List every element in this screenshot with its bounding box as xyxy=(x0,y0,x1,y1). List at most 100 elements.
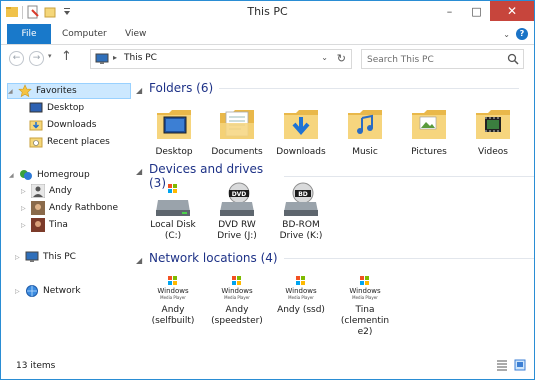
collapse-icon[interactable]: ◢ xyxy=(9,172,17,179)
close-button[interactable]: ✕ xyxy=(490,1,534,21)
search-input[interactable] xyxy=(367,53,507,66)
item-label: (clementin xyxy=(340,316,390,326)
forward-button[interactable]: → xyxy=(29,51,44,66)
nav-item-andy-rathbone[interactable]: ▷ Andy Rathbone xyxy=(21,200,118,216)
folder-music[interactable]: Music xyxy=(334,103,396,158)
desktop-folder-icon xyxy=(157,110,191,139)
breadcrumb[interactable]: This PC xyxy=(124,53,157,63)
back-button[interactable]: ← xyxy=(9,51,24,66)
nav-item-label: Andy Rathbone xyxy=(49,203,119,213)
collapse-group-icon[interactable]: ◢ xyxy=(136,167,142,176)
item-label: (selfbuilt) xyxy=(151,316,195,326)
logo-media-player-text: Media Player xyxy=(224,295,250,300)
view-switcher xyxy=(496,359,526,374)
item-label: (speedster) xyxy=(211,316,263,326)
ribbon-tabs: File Computer View ⌄ ? xyxy=(1,24,534,45)
folder-videos[interactable]: Videos xyxy=(462,103,524,158)
explorer-window: This PC – □ ✕ File Computer View ⌄ ? ← →… xyxy=(0,0,535,380)
details-view-icon[interactable] xyxy=(496,359,508,374)
tab-view[interactable]: View xyxy=(125,24,146,44)
nav-network[interactable]: ▷ Network xyxy=(15,283,81,299)
nav-item-tina[interactable]: ▷ Tina xyxy=(21,217,68,233)
expand-icon[interactable]: ▷ xyxy=(15,254,23,261)
network-location-andy-speedster[interactable]: Windows Media Player Andy (speedster) xyxy=(206,275,268,327)
item-label: Desktop xyxy=(155,147,193,157)
search-box[interactable] xyxy=(361,49,524,69)
windows-media-player-icon: Windows Media Player xyxy=(157,276,189,300)
nav-item-desktop[interactable]: Desktop xyxy=(29,100,84,116)
nav-item-label: Recent places xyxy=(47,137,110,147)
item-label: Andy xyxy=(161,305,185,315)
item-label: Videos xyxy=(478,147,508,157)
music-folder-icon xyxy=(348,110,382,139)
collapse-icon[interactable]: ◢ xyxy=(8,88,16,95)
up-button[interactable]: ↑ xyxy=(61,49,72,64)
item-label: Tina xyxy=(355,305,375,315)
content-area: ◢ Folders (6) Desktop Documents Download… xyxy=(134,77,534,352)
expand-icon[interactable]: ▷ xyxy=(21,188,29,195)
network-location-andy-selfbuilt[interactable]: Windows Media Player Andy (selfbuilt) xyxy=(142,275,204,327)
collapse-group-icon[interactable]: ◢ xyxy=(136,86,142,95)
window-controls: – □ ✕ xyxy=(436,1,534,21)
folder-downloads[interactable]: Downloads xyxy=(270,103,332,158)
folder-desktop[interactable]: Desktop xyxy=(143,103,205,158)
minimize-button[interactable]: – xyxy=(436,1,463,21)
pc-icon xyxy=(95,53,109,68)
logo-windows-text: Windows xyxy=(349,287,381,295)
videos-folder-icon xyxy=(476,110,510,139)
title-bar: This PC – □ ✕ xyxy=(1,1,534,24)
breadcrumb-chevron-icon[interactable]: ▸ xyxy=(113,53,117,62)
group-network-header[interactable]: Network locations (4) xyxy=(149,251,534,265)
logo-windows-text: Windows xyxy=(221,287,253,295)
nav-this-pc[interactable]: ▷ This PC xyxy=(15,249,76,265)
downloads-icon xyxy=(29,118,43,132)
tab-computer[interactable]: Computer xyxy=(62,24,107,44)
group-title: Folders (6) xyxy=(149,81,214,95)
refresh-icon[interactable]: ↻ xyxy=(337,52,346,65)
logo-media-player-text: Media Player xyxy=(352,295,378,300)
network-location-andy-ssd[interactable]: Windows Media Player Andy (ssd) xyxy=(270,275,332,316)
bd-logo-text: BD xyxy=(298,191,308,198)
expand-icon[interactable]: ▷ xyxy=(21,222,29,229)
folder-documents[interactable]: Documents xyxy=(206,103,268,158)
dvd-logo-text: DVD xyxy=(232,191,247,198)
drive-dvd-rw[interactable]: DVD DVD RW Drive (J:) xyxy=(206,182,268,242)
search-icon[interactable] xyxy=(507,53,519,68)
collapse-group-icon[interactable]: ◢ xyxy=(136,256,142,265)
network-location-tina-clementine2[interactable]: Windows Media Player Tina (clementin e2) xyxy=(334,275,396,338)
item-label: BD-ROM xyxy=(282,220,320,230)
nav-item-recent-places[interactable]: Recent places xyxy=(29,134,110,150)
user-photo-icon xyxy=(31,201,45,215)
recent-places-icon xyxy=(29,135,43,149)
nav-favorites[interactable]: ◢ Favorites xyxy=(7,83,131,99)
drive-local-disk[interactable]: Local Disk (C:) xyxy=(142,182,204,242)
group-folders-header[interactable]: Folders (6) xyxy=(149,81,520,95)
item-count: 13 items xyxy=(16,361,56,371)
nav-homegroup[interactable]: ◢ Homegroup xyxy=(9,167,90,183)
logo-windows-text: Windows xyxy=(285,287,317,295)
nav-item-andy[interactable]: ▷ Andy xyxy=(21,183,72,199)
address-bar[interactable]: ▸ This PC ⌄ ↻ xyxy=(90,49,352,69)
logo-media-player-text: Media Player xyxy=(160,295,186,300)
item-label: Drive (J:) xyxy=(217,231,257,241)
maximize-button[interactable]: □ xyxy=(463,1,490,21)
expand-icon[interactable]: ▷ xyxy=(21,205,29,212)
help-icon[interactable]: ? xyxy=(516,28,528,40)
expand-icon[interactable]: ▷ xyxy=(15,288,23,295)
expand-ribbon-icon[interactable]: ⌄ xyxy=(503,30,510,39)
windows-media-player-icon: Windows Media Player xyxy=(285,276,317,300)
pictures-folder-icon xyxy=(412,110,446,139)
address-dropdown-icon[interactable]: ⌄ xyxy=(321,53,328,62)
nav-item-label: Downloads xyxy=(47,120,97,130)
folder-pictures[interactable]: Pictures xyxy=(398,103,460,158)
large-icons-view-icon[interactable] xyxy=(514,359,526,374)
tab-file[interactable]: File xyxy=(7,24,51,44)
item-label: e2) xyxy=(357,327,373,337)
pc-icon xyxy=(25,250,39,264)
network-icon xyxy=(25,284,39,298)
nav-item-downloads[interactable]: Downloads xyxy=(29,117,96,133)
nav-homegroup-label: Homegroup xyxy=(37,170,90,180)
logo-windows-text: Windows xyxy=(157,287,189,295)
drive-bd-rom[interactable]: BD BD-ROM Drive (K:) xyxy=(270,182,332,242)
recent-locations-icon[interactable]: ▾ xyxy=(48,52,52,60)
